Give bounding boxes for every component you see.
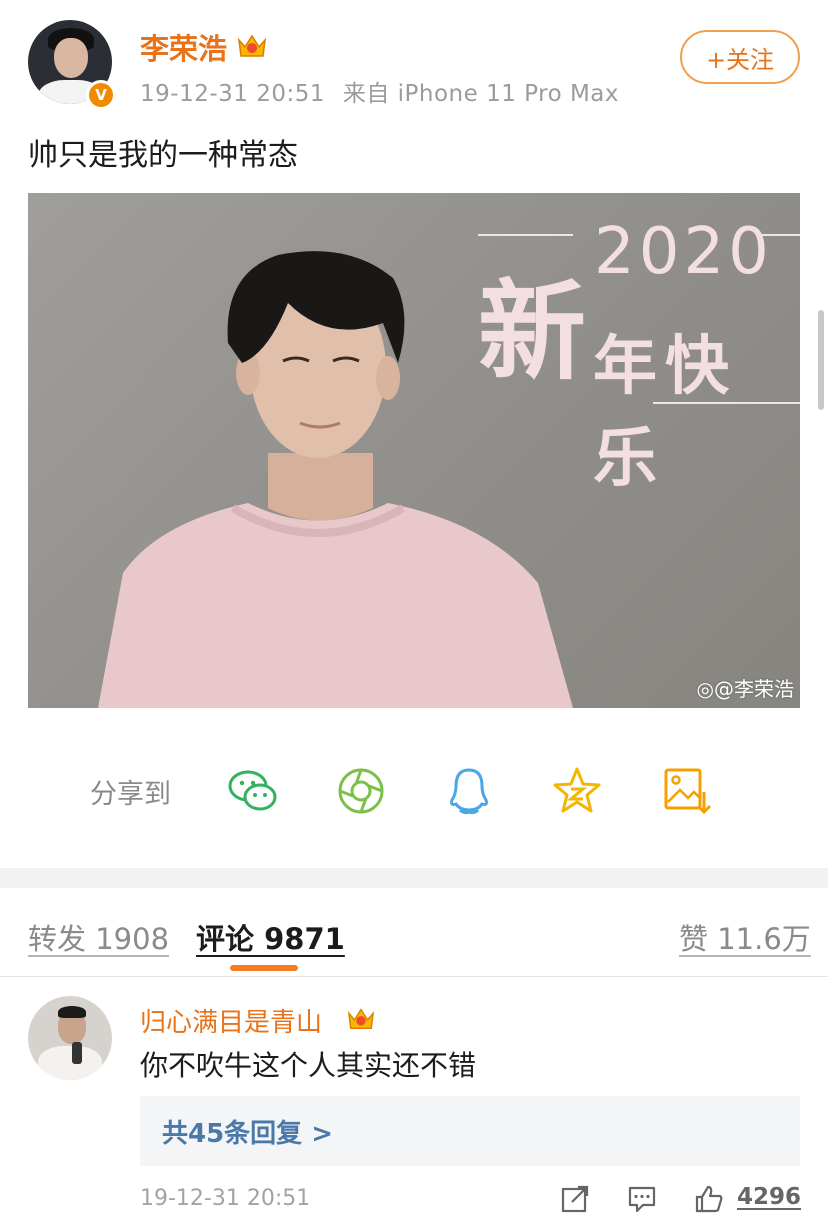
verified-badge: V [86, 80, 116, 110]
post-timestamp: 19-12-31 20:51 [140, 81, 325, 107]
tab-likes[interactable]: 赞 11.6万 [679, 916, 811, 958]
commenter-username[interactable]: 归心满目是青山 [140, 1002, 322, 1039]
post-text: 帅只是我的一种常态 [28, 138, 298, 173]
active-tab-indicator [230, 965, 298, 971]
comment-like-count[interactable]: 4296 [737, 1184, 801, 1210]
qzone-icon[interactable] [550, 764, 604, 818]
post-username[interactable]: 李荣浩 [140, 26, 227, 68]
wechat-icon[interactable] [226, 764, 280, 818]
comment-icon[interactable] [627, 1184, 657, 1214]
crown-icon [347, 1008, 375, 1029]
weibo-logo-icon: ◎ [696, 677, 714, 701]
image-watermark: ◎@李荣浩 [696, 677, 794, 701]
tab-comment[interactable]: 评论 9871 [196, 916, 345, 958]
share-icon[interactable] [560, 1184, 590, 1214]
moments-icon[interactable] [334, 764, 388, 818]
comment-text: 你不吹牛这个人其实还不错 [140, 1049, 477, 1082]
comment-timestamp: 19-12-31 20:51 [140, 1186, 311, 1211]
post-source: 来自 iPhone 11 Pro Max [342, 81, 619, 107]
image-year-text: 2020 [594, 215, 773, 289]
save-image-icon[interactable] [660, 764, 714, 818]
view-replies-button[interactable]: 共45条回复 > [140, 1096, 800, 1166]
post-image[interactable]: 2020 新 年快乐 ◎@李荣浩 [28, 193, 800, 708]
share-label: 分享到 [90, 779, 171, 810]
follow-button[interactable]: +关注 [680, 30, 800, 84]
tab-repost[interactable]: 转发 1908 [28, 916, 169, 958]
commenter-avatar[interactable] [28, 996, 112, 1080]
qq-icon[interactable] [442, 764, 496, 818]
section-divider [0, 868, 828, 888]
like-icon[interactable] [694, 1184, 724, 1214]
tab-divider [0, 976, 828, 977]
crown-icon [237, 34, 267, 57]
post-meta: 19-12-31 20:51 来自 iPhone 11 Pro Max [140, 74, 619, 108]
image-big-char: 新 [478, 270, 587, 395]
scrollbar[interactable] [818, 310, 824, 410]
image-greeting: 年快乐 [593, 330, 737, 496]
